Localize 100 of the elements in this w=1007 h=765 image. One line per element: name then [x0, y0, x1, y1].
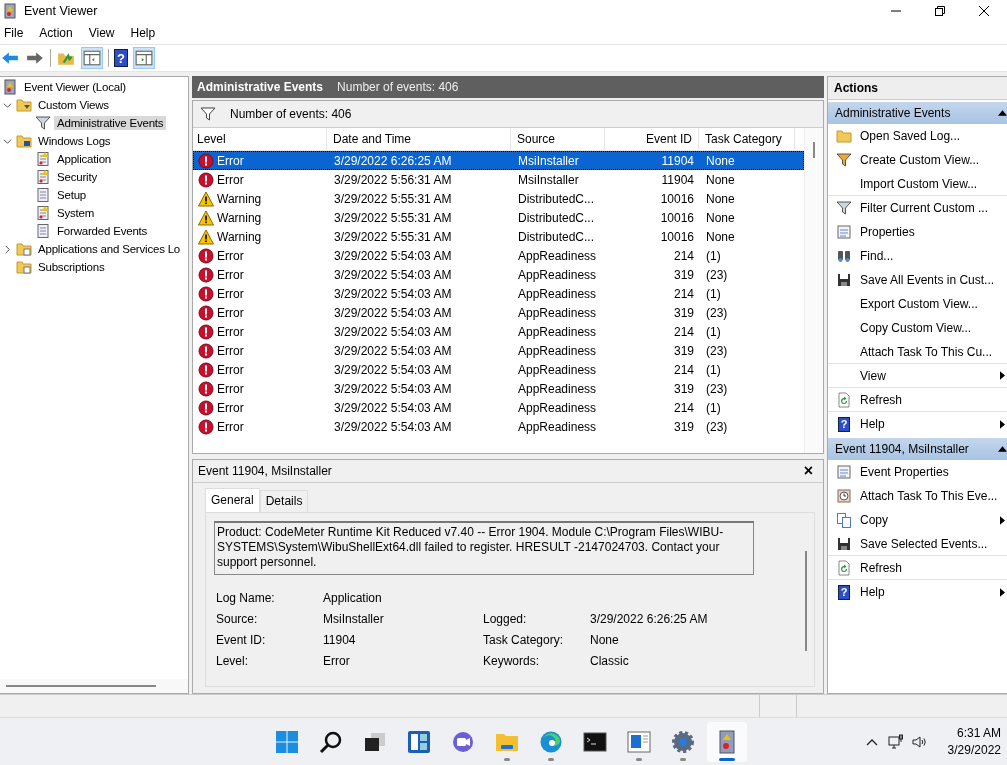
- event-row[interactable]: Error 3/29/2022 5:54:03 AM AppReadiness 319 (23): [193, 341, 804, 360]
- tree-item[interactable]: Event Viewer (Local): [21, 80, 129, 94]
- event-row[interactable]: Error 3/29/2022 5:54:03 AM AppReadiness 319 (23): [193, 417, 804, 436]
- command-link[interactable]: Copy Custom View...: [860, 321, 972, 335]
- tree-item[interactable]: Application: [54, 152, 115, 166]
- menu-item[interactable]: Help: [126, 26, 162, 40]
- tree-item[interactable]: Administrative Events: [54, 116, 167, 130]
- table-cell-text: 3/29/2022 6:26:25 AM: [333, 153, 453, 168]
- command-link[interactable]: Filter Current Custom ...: [860, 201, 989, 215]
- section-header[interactable]: Event 11904, MsiInstaller: [828, 438, 1007, 460]
- table-cell-text: 10016: [659, 229, 695, 244]
- tree-item[interactable]: Setup: [54, 188, 90, 202]
- message-box[interactable]: Product: CodeMeter Runtime Kit Reduced v7.40 -- Error 1904. Module C:\Program Files\WIBU-SYSTEMS\System\WibuShellExt64.dll failed to register. HRESULT -2147024703. Contact your support personnel.: [214, 521, 754, 575]
- help-icon[interactable]: ?: [114, 49, 128, 67]
- event-row[interactable]: Warning 3/29/2022 5:55:31 AM DistributedC... 10016 None: [193, 227, 804, 246]
- command-link[interactable]: Help: [860, 585, 885, 599]
- event-row[interactable]: Error 3/29/2022 5:54:03 AM AppReadiness 319 (23): [193, 265, 804, 284]
- clock-date[interactable]: 3/29/2022: [947, 741, 1001, 759]
- close-button[interactable]: ×: [803, 462, 813, 480]
- collapse-icon[interactable]: [998, 446, 1007, 452]
- refresh-icon: [836, 391, 852, 408]
- table-cell-text: (23): [705, 343, 729, 358]
- command-link[interactable]: View: [860, 368, 886, 383]
- event-row[interactable]: Error 3/29/2022 5:54:03 AM AppReadiness 319 (23): [193, 379, 804, 398]
- command-link[interactable]: Event Properties: [860, 465, 949, 479]
- menu-item[interactable]: Action: [35, 26, 79, 40]
- command-link[interactable]: Refresh: [860, 392, 903, 407]
- tree-item[interactable]: Forwarded Events: [54, 224, 151, 238]
- field-label: Log Name:: [215, 590, 276, 605]
- tree-item[interactable]: System: [54, 206, 98, 220]
- speaker-icon[interactable]: [911, 733, 928, 750]
- menu-item[interactable]: View: [84, 26, 121, 40]
- folder-icon: [16, 259, 32, 275]
- table-cell-text: (23): [705, 305, 729, 320]
- close-icon[interactable]: [979, 6, 989, 16]
- command-link[interactable]: Refresh: [860, 560, 903, 575]
- event-row[interactable]: Error 3/29/2022 5:54:03 AM AppReadiness 319 (23): [193, 303, 804, 322]
- command-link[interactable]: Copy: [860, 513, 888, 527]
- table-cell-text: 214: [672, 362, 695, 377]
- section-header[interactable]: Administrative Events: [828, 102, 1007, 124]
- browser-icon: [539, 729, 563, 754]
- error-icon: [198, 342, 214, 359]
- tree-item[interactable]: Security: [54, 170, 100, 184]
- event-row[interactable]: Warning 3/29/2022 5:55:31 AM DistributedC... 10016 None: [193, 189, 804, 208]
- field-label: Keywords:: [482, 653, 541, 668]
- command-link[interactable]: Import Custom View...: [860, 176, 978, 191]
- table-cell-text: AppReadiness: [517, 305, 598, 320]
- event-row[interactable]: Error 3/29/2022 5:54:03 AM AppReadiness 214 (1): [193, 398, 804, 417]
- event-row[interactable]: Error 3/29/2022 6:26:25 AM MsiInstaller 11904 None: [193, 151, 804, 170]
- command-link[interactable]: Save All Events in Cust...: [860, 273, 995, 287]
- event-row[interactable]: Error 3/29/2022 5:54:03 AM AppReadiness 214 (1): [193, 322, 804, 341]
- table-cell-text: None: [705, 172, 736, 187]
- menu-item[interactable]: File: [0, 26, 30, 40]
- table-cell-text: None: [705, 191, 736, 206]
- event-row[interactable]: Error 3/29/2022 5:54:03 AM AppReadiness 214 (1): [193, 246, 804, 265]
- command-link[interactable]: Find...: [860, 249, 894, 263]
- log-icon: [35, 205, 51, 221]
- tab[interactable]: Details: [259, 490, 309, 512]
- event-row[interactable]: Warning 3/29/2022 5:55:31 AM DistributedC... 10016 None: [193, 208, 804, 227]
- table-cell-text: AppReadiness: [517, 419, 598, 434]
- clock-time[interactable]: 6:31 AM: [956, 724, 1001, 742]
- event-row[interactable]: Error 3/29/2022 5:54:03 AM AppReadiness 214 (1): [193, 360, 804, 379]
- error-icon: [198, 285, 214, 302]
- table-cell: Error: [217, 267, 244, 282]
- command-link[interactable]: Save Selected Events...: [860, 536, 988, 551]
- command-link[interactable]: Attach Task To This Cu...: [860, 344, 993, 359]
- command-link[interactable]: Attach Task To This Eve...: [860, 489, 998, 503]
- tree-item[interactable]: Custom Views: [35, 98, 112, 112]
- chevron-right-icon[interactable]: [3, 244, 12, 254]
- table-cell-text: 3/29/2022 5:54:03 AM: [333, 267, 453, 282]
- collapse-icon[interactable]: [998, 110, 1007, 116]
- chevron-down-icon[interactable]: [3, 136, 12, 146]
- network-icon[interactable]: [887, 733, 904, 750]
- tree-item[interactable]: Windows Logs: [35, 134, 114, 148]
- chevron-down-icon[interactable]: [3, 100, 12, 110]
- command-link[interactable]: Help: [860, 417, 885, 431]
- field-label: Source:: [215, 611, 259, 626]
- column-header[interactable]: Source: [511, 128, 605, 150]
- show-pane-icon[interactable]: [81, 47, 103, 69]
- command-link[interactable]: Create Custom View...: [860, 153, 980, 167]
- command-link[interactable]: Open Saved Log...: [860, 129, 961, 143]
- column-header[interactable]: Level: [193, 128, 327, 150]
- event-row[interactable]: Error 3/29/2022 5:56:31 AM MsiInstaller 11904 None: [193, 170, 804, 189]
- restore-icon[interactable]: [935, 6, 945, 16]
- tree-item[interactable]: Applications and Services Lo: [35, 242, 184, 256]
- column-header[interactable]: Event ID: [605, 128, 699, 150]
- action-pane-icon[interactable]: [133, 47, 155, 69]
- table-cell-text: (23): [705, 267, 729, 282]
- tree-item[interactable]: Subscriptions: [35, 260, 108, 274]
- command-link[interactable]: Export Custom View...: [860, 297, 978, 311]
- table-cell-text: (1): [705, 248, 722, 263]
- table-cell-text: None: [705, 210, 736, 225]
- column-header[interactable]: Date and Time: [327, 128, 511, 150]
- log-icon: [35, 187, 51, 203]
- table-cell-text: 10016: [659, 210, 695, 225]
- column-header[interactable]: Task Category: [699, 128, 795, 150]
- table-cell-text: (1): [705, 324, 722, 339]
- command-link[interactable]: Properties: [860, 225, 915, 239]
- tab[interactable]: General: [205, 488, 260, 512]
- event-row[interactable]: Error 3/29/2022 5:54:03 AM AppReadiness 214 (1): [193, 284, 804, 303]
